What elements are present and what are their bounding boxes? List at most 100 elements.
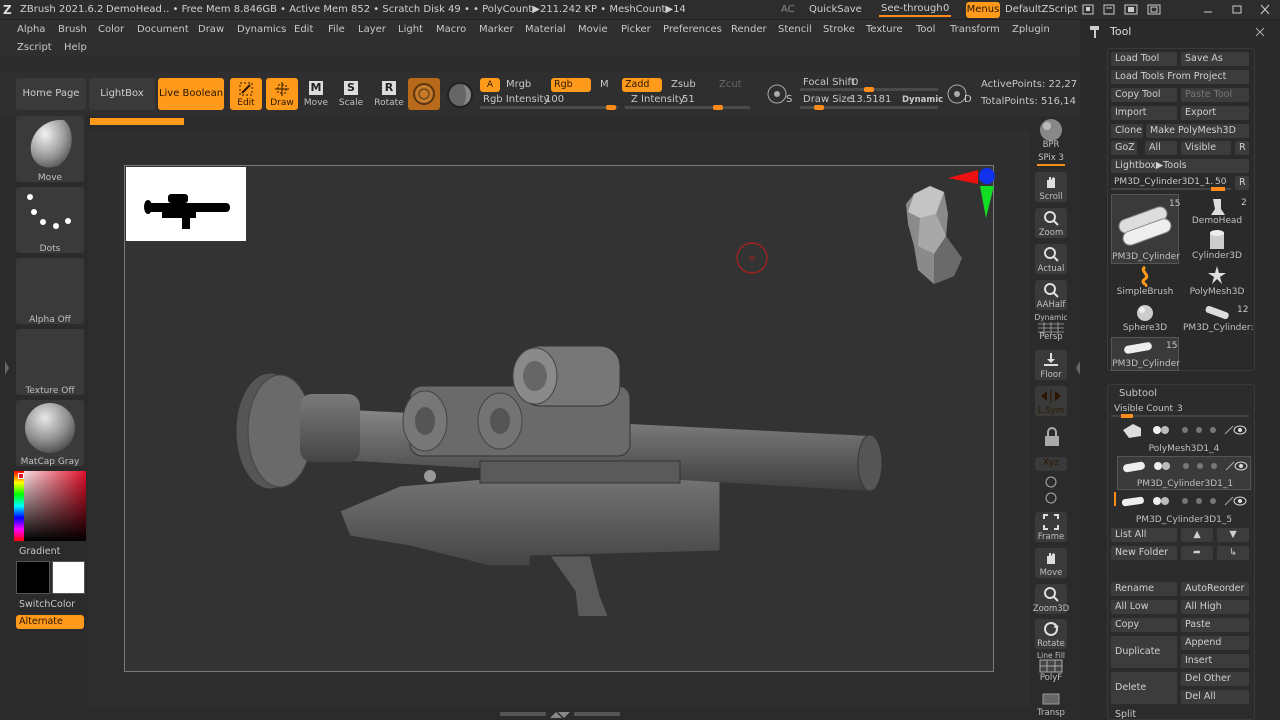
- menu-render[interactable]: Render: [731, 24, 767, 35]
- del-other-button[interactable]: Del Other: [1181, 672, 1249, 686]
- move-into-folder-button[interactable]: ➦: [1181, 546, 1213, 560]
- menu-edit[interactable]: Edit: [294, 24, 313, 35]
- subtool-controls-icon[interactable]: [1147, 423, 1247, 437]
- duplicate-button[interactable]: Duplicate: [1111, 636, 1177, 668]
- gradient-label[interactable]: Gradient: [19, 546, 60, 557]
- move-out-folder-button[interactable]: ↳: [1217, 546, 1249, 560]
- goz-all-button[interactable]: All: [1145, 141, 1177, 155]
- clone-button[interactable]: Clone: [1111, 124, 1143, 138]
- s-pivot-button[interactable]: S: [764, 79, 796, 109]
- goz-r-button[interactable]: R: [1235, 141, 1249, 155]
- material-thumbnail[interactable]: MatCap Gray: [16, 400, 84, 467]
- z-intensity-slider[interactable]: Z Intensity 51: [625, 94, 750, 110]
- menu-macro[interactable]: Macro: [436, 24, 466, 35]
- alternate-button[interactable]: Alternate: [16, 615, 84, 629]
- quicksave-button[interactable]: QuickSave: [809, 4, 862, 15]
- subtool-controls-icon[interactable]: [1147, 494, 1247, 508]
- orientation-head-icon[interactable]: [900, 184, 970, 288]
- rename-button[interactable]: Rename: [1111, 582, 1177, 596]
- move-up-button[interactable]: ▲: [1181, 528, 1213, 542]
- xyz-button[interactable]: Xyz: [1035, 457, 1067, 471]
- subtool-item-polymesh[interactable]: PolyMesh3D1_4: [1117, 421, 1251, 455]
- menu-dynamics[interactable]: Dynamics: [237, 24, 286, 35]
- append-button[interactable]: Append: [1181, 636, 1249, 650]
- menu-layer[interactable]: Layer: [358, 24, 386, 35]
- focal-shift-slider[interactable]: Focal Shift 0: [800, 77, 940, 92]
- frame-button[interactable]: Frame: [1035, 512, 1067, 542]
- alpha-thumbnail[interactable]: Alpha Off: [16, 258, 84, 325]
- rgb-intensity-slider[interactable]: Rgb Intensity 100: [480, 94, 620, 110]
- menu-color[interactable]: Color: [98, 24, 124, 35]
- rgb-toggle[interactable]: Rgb: [551, 78, 591, 92]
- tool-item-pm3d-cylinder-2[interactable]: 12 PM3D_Cylinder:: [1183, 301, 1254, 335]
- goz-button[interactable]: GoZ: [1111, 141, 1137, 155]
- paste-tool-button[interactable]: Paste Tool: [1181, 88, 1249, 102]
- floor-button[interactable]: Floor: [1035, 350, 1067, 380]
- color-picker[interactable]: [14, 471, 86, 541]
- all-low-button[interactable]: All Low: [1111, 600, 1177, 614]
- rotate-button[interactable]: R Rotate: [374, 78, 404, 110]
- menu-brush[interactable]: Brush: [58, 24, 87, 35]
- delete-button[interactable]: Delete: [1111, 672, 1177, 704]
- paste-subtool-button[interactable]: Paste: [1181, 618, 1249, 632]
- actual-button[interactable]: Actual: [1035, 244, 1067, 274]
- scale-button[interactable]: S Scale: [337, 78, 365, 110]
- menu-file[interactable]: File: [328, 24, 345, 35]
- a-toggle[interactable]: A: [480, 78, 500, 92]
- rotate-view-button[interactable]: Rotate: [1035, 619, 1067, 649]
- transp-button[interactable]: Transp: [1035, 690, 1067, 720]
- list-all-button[interactable]: List All: [1111, 528, 1177, 542]
- tool-item-pm3d-cylinder-3[interactable]: 15 PM3D_Cylinder: [1111, 337, 1180, 371]
- tool-item-polymesh3d[interactable]: PolyMesh3D: [1183, 265, 1251, 299]
- import-button[interactable]: Import: [1111, 106, 1177, 120]
- primary-color-swatch[interactable]: [16, 561, 50, 594]
- copy-subtool-button[interactable]: Copy: [1111, 618, 1177, 632]
- menus-button[interactable]: Menus: [966, 2, 1000, 18]
- brush-thumbnail[interactable]: Move: [16, 116, 84, 183]
- stroke-thumbnail[interactable]: Dots: [16, 187, 84, 254]
- menu-movie[interactable]: Movie: [578, 24, 608, 35]
- tool-item-simplebrush[interactable]: SimpleBrush: [1111, 265, 1179, 299]
- make-polymesh-button[interactable]: Make PolyMesh3D: [1146, 124, 1249, 138]
- autoreorder-button[interactable]: AutoReorder: [1181, 582, 1249, 596]
- left-tray-arrow-icon[interactable]: [3, 358, 11, 378]
- menu-stroke[interactable]: Stroke: [823, 24, 855, 35]
- menu-picker[interactable]: Picker: [621, 24, 651, 35]
- home-page-button[interactable]: Home Page: [16, 78, 86, 110]
- see-through-slider[interactable]: See-through 0: [875, 2, 955, 17]
- lightbox-button[interactable]: LightBox: [89, 78, 155, 110]
- zoom-button[interactable]: Zoom: [1035, 208, 1067, 238]
- m-toggle[interactable]: M: [600, 79, 609, 90]
- secondary-color-swatch[interactable]: [52, 561, 85, 594]
- split-section[interactable]: Split: [1115, 709, 1136, 720]
- ac-button[interactable]: AC: [781, 4, 795, 15]
- zsub-toggle[interactable]: Zsub: [671, 79, 696, 90]
- tool-item-pm3d-cylinder[interactable]: 15 PM3D_Cylinder: [1111, 194, 1180, 264]
- load-from-project-button[interactable]: Load Tools From Project: [1111, 70, 1249, 84]
- load-tool-button[interactable]: Load Tool: [1111, 52, 1177, 66]
- bpr-button[interactable]: BPR: [1035, 116, 1067, 152]
- zadd-toggle[interactable]: Zadd: [622, 78, 662, 92]
- tool-item-cylinder3d[interactable]: Cylinder3D: [1183, 229, 1251, 263]
- subtool-item-cylinder-5[interactable]: PM3D_Cylinder3D1_5: [1114, 492, 1251, 526]
- visible-count-slider[interactable]: Visible Count 3: [1111, 403, 1249, 418]
- current-tool-slider[interactable]: PM3D_Cylinder3D1_1. 50: [1111, 176, 1231, 191]
- default-zscript-button[interactable]: DefaultZScript: [1005, 4, 1077, 15]
- tool-item-sphere3d[interactable]: Sphere3D: [1111, 301, 1179, 335]
- save-as-button[interactable]: Save As: [1181, 52, 1249, 66]
- zoom3d-button[interactable]: Zoom3D: [1033, 584, 1069, 614]
- lightbox-tools-button[interactable]: Lightbox▶Tools: [1111, 159, 1249, 173]
- draw-size-slider[interactable]: Draw Size 13.5181 Dynamic: [800, 94, 943, 110]
- scroll-button[interactable]: Scroll: [1035, 172, 1067, 202]
- menu-material[interactable]: Material: [525, 24, 566, 35]
- mrgb-toggle[interactable]: Mrgb: [506, 79, 531, 90]
- edit-button[interactable]: Edit: [230, 78, 262, 110]
- subtool-item-cylinder-1[interactable]: PM3D_Cylinder3D1_1: [1117, 456, 1251, 490]
- material-swatch-button[interactable]: [408, 78, 440, 110]
- menu-alpha[interactable]: Alpha: [17, 24, 45, 35]
- lsym-button[interactable]: L.Sym: [1035, 386, 1067, 416]
- tool-item-demohead[interactable]: 2 DemoHead: [1183, 194, 1251, 228]
- aahalf-button[interactable]: AAHalf: [1035, 280, 1067, 310]
- del-all-button[interactable]: Del All: [1181, 690, 1249, 704]
- spix-slider[interactable]: SPix 3: [1035, 153, 1067, 167]
